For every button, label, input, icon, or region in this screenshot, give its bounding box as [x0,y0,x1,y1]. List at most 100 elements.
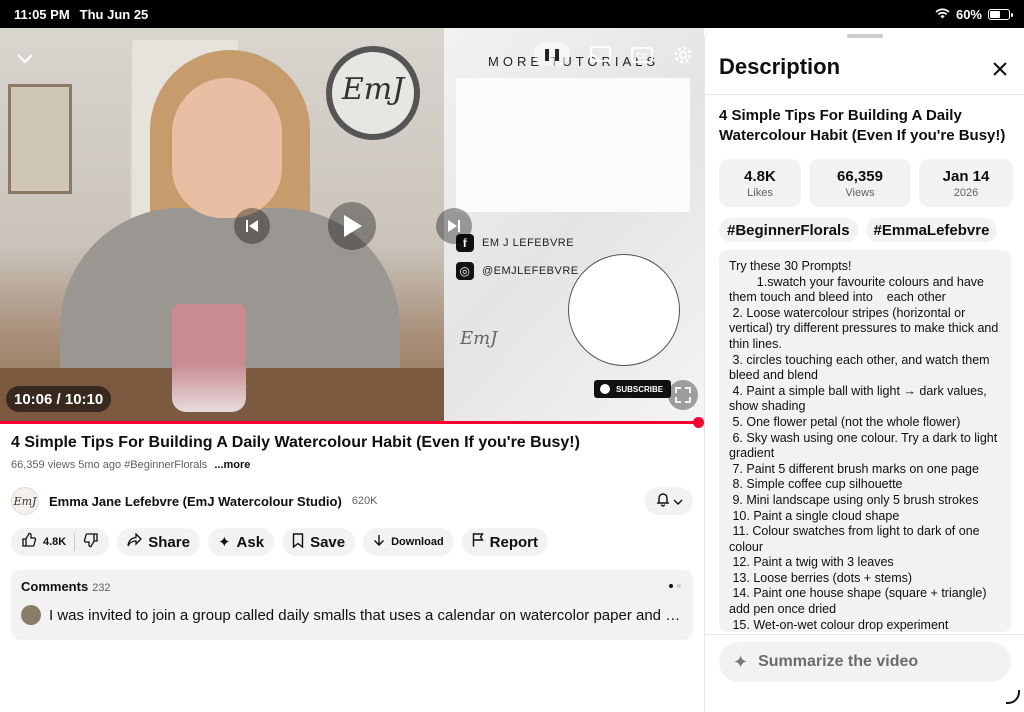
subscribe-circle[interactable] [568,254,680,366]
instagram-icon: ◎ [456,262,474,280]
hashtag-emma-lefebvre[interactable]: #EmmaLefebvre [865,218,998,242]
drag-handle[interactable] [847,34,883,38]
thumbs-up-icon[interactable] [21,532,37,552]
description-line: 14. Paint one house shape (square + tria… [729,586,990,617]
cc-icon[interactable]: CC [628,42,656,68]
subscribe-button[interactable]: SUBSCRIBE [594,380,672,398]
pause-icon[interactable]: ❚❚ [534,42,570,66]
comments-count: 232 [92,582,111,594]
save-button[interactable]: Save [282,528,356,556]
status-bar: 11:05 PM Thu Jun 25 60% [0,0,1024,28]
progress-played [0,421,700,424]
share-button[interactable]: Share [117,528,200,556]
hashtag-row: #BeginnerFlorals #EmmaLefebvre [719,218,998,242]
summarize-video-button[interactable]: ✦ Summarize the video [719,642,1011,682]
panel-bottom-divider [705,634,1024,635]
skip-next-icon[interactable] [436,208,472,244]
pager-dot-active [669,584,673,588]
svg-text:CC: CC [636,52,648,61]
stat-likes: 4.8K Likes [719,159,801,207]
video-player[interactable]: EmJ MORE TUTORIALS f EM J LEFEBVRE ◎ @EM… [0,28,704,424]
channel-name[interactable]: Emma Jane Lefebvre (EmJ Watercolour Stud… [49,494,342,509]
share-label: Share [148,533,190,551]
social-instagram: ◎ @EMJLEFEBVRE [456,262,579,280]
description-line: 11. Colour swatches from light to dark o… [729,524,984,554]
description-line: 12. Paint a twig with 3 leaves [729,555,894,570]
facebook-handle: EM J LEFEBVRE [482,237,575,249]
description-text: Try these 30 Prompts! 1.swatch your favo… [719,250,1011,632]
bell-icon [655,491,671,512]
progress-bar[interactable] [0,417,705,428]
description-line: 3. circles touching each other, and watc… [729,352,994,383]
download-icon [373,534,385,550]
status-right: 60% [935,7,1013,22]
like-count: 4.8K [43,536,67,548]
chevron-down-icon[interactable] [12,46,38,72]
description-line: Try these 30 Prompts! [729,259,852,273]
stat-views-value: 66,359 [837,167,883,185]
battery-icon [988,8,1013,20]
thumbs-down-icon[interactable] [83,532,99,552]
panel-divider [705,94,1024,95]
pager-dot [677,584,681,588]
description-video-title: 4 Simple Tips For Building A Daily Water… [719,107,1006,144]
ask-button[interactable]: ✦ Ask [207,528,275,556]
wall-logo-text: EmJ [341,72,405,107]
status-date: Thu Jun 25 [79,6,149,22]
ask-label: Ask [236,533,265,551]
channel-row[interactable]: EmJ Emma Jane Lefebvre (EmJ Watercolour … [11,487,378,515]
bookmark-icon [292,532,304,552]
stat-date: Jan 14 2026 [919,159,1013,207]
stat-date-year: 2026 [953,186,979,199]
like-dislike-button[interactable]: 4.8K [11,528,110,556]
channel-avatar[interactable]: EmJ [11,487,39,515]
wifi-icon [935,7,950,22]
report-label: Report [489,533,539,551]
description-line: 10. Paint a single cloud shape [729,508,900,523]
social-facebook: f EM J LEFEBVRE [456,234,574,252]
pink-mug [172,304,246,412]
description-line: 7. Paint 5 different brush marks on one … [729,461,979,476]
status-time: 11:05 PM [14,6,70,22]
report-button[interactable]: Report [461,528,549,556]
presenter-face [172,78,282,218]
stat-date-value: Jan 14 [942,167,990,185]
fullscreen-icon[interactable] [668,380,698,410]
play-icon[interactable] [328,202,376,250]
video-meta[interactable]: 66,359 views 5mo ago #BeginnerFlorals ..… [11,459,250,471]
sparkle-icon: ✦ [217,534,231,551]
description-line: 8. Simple coffee cup silhouette [729,477,903,492]
more-link[interactable]: ...more [214,459,250,471]
description-line: 1.swatch your favourite colours and have… [729,274,988,305]
notification-bell-button[interactable] [645,487,693,515]
chevron-down-icon [673,492,683,510]
progress-handle[interactable] [693,417,705,428]
top-comment-text: I was invited to join a group called dai… [49,607,685,624]
close-icon[interactable] [987,56,1013,82]
end-screen: MORE TUTORIALS f EM J LEFEBVRE ◎ @EMJLEF… [444,28,704,424]
description-line: 2. Loose watercolour stripes (horizontal… [729,305,1002,351]
comments-header: Comments 232 [21,579,111,594]
flag-icon [472,533,484,551]
skip-previous-icon[interactable] [234,208,270,244]
battery-fill [990,10,1001,18]
end-screen-card[interactable] [456,78,690,212]
cast-icon[interactable] [586,42,614,68]
summarize-label: Summarize the video [758,653,919,670]
subscriber-count: 620K [351,495,378,507]
description-line: 15. Wet-on-wet colour drop experiment [729,617,949,632]
video-frame-presenter: EmJ [0,28,444,424]
comments-pager [669,584,681,588]
panel-title: Description [719,54,841,79]
description-line: 4. Paint a simple ball with light → dark… [729,383,991,414]
download-label: Download [391,536,444,548]
comments-section[interactable]: Comments 232 I was invited to join a grou… [11,570,693,640]
video-title[interactable]: 4 Simple Tips For Building A Daily Water… [11,434,691,452]
youtube-ipad-app: 11:05 PM Thu Jun 25 60% EmJ MORE TUTORIA… [0,0,1024,712]
comments-label: Comments [21,579,89,594]
hashtag-beginner-florals[interactable]: #BeginnerFlorals [719,218,858,242]
video-timestamp: 10:06 / 10:10 [6,386,112,412]
download-button[interactable]: Download [363,528,454,556]
gear-icon[interactable] [670,42,696,68]
wall-logo: EmJ [326,46,420,140]
